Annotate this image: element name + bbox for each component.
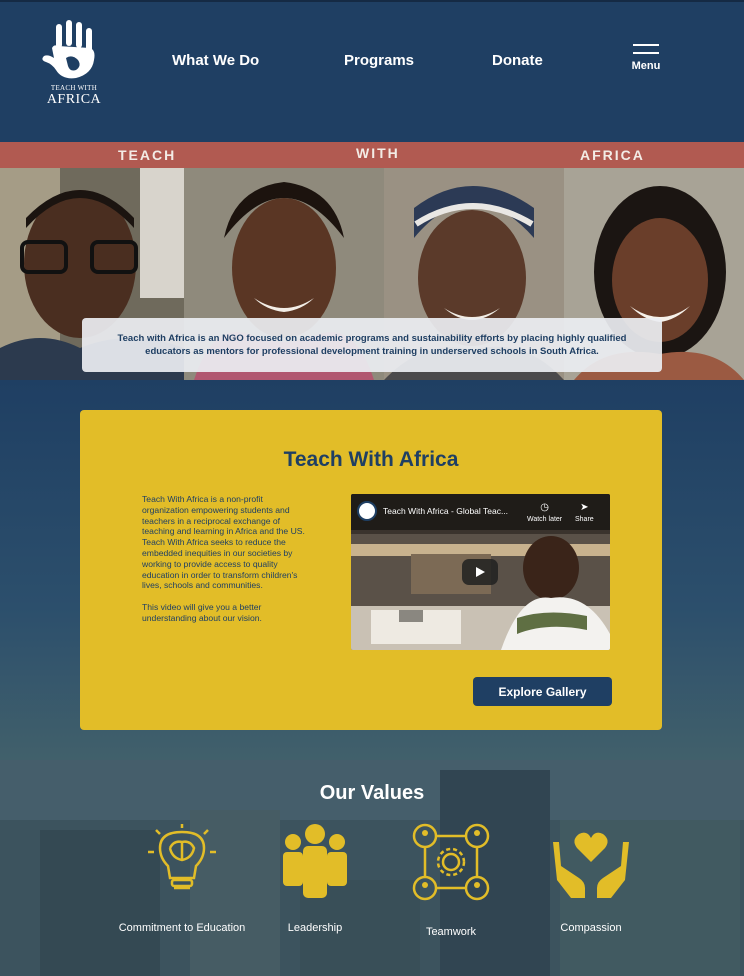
- people-group-icon: [283, 824, 347, 898]
- values-section: Our Values Commitment to Education Leade…: [0, 760, 744, 976]
- logo-text-top: TEACH WITH: [50, 84, 98, 92]
- nav-donate[interactable]: Donate: [492, 52, 543, 69]
- watch-later-label: Watch later: [527, 516, 563, 523]
- hero-section: TEACH WITH AFRICA Teach with Africa is a…: [0, 142, 744, 380]
- lightbulb-brain-icon: [148, 824, 216, 890]
- value-teamwork: Teamwork: [371, 822, 531, 938]
- hamburger-icon: [633, 44, 659, 46]
- logo[interactable]: TEACH WITH AFRICA: [38, 18, 106, 110]
- hands-heart-icon: [553, 832, 629, 898]
- hero-caption: Teach with Africa is an NGO focused on a…: [82, 318, 662, 372]
- clock-icon: ◷: [540, 502, 549, 513]
- nav-what-we-do[interactable]: What We Do: [172, 52, 259, 69]
- channel-avatar-icon: [357, 501, 377, 521]
- site-header: TEACH WITH AFRICA What We Do Programs Do…: [0, 0, 744, 142]
- about-paragraph-2: This video will give you a better unders…: [142, 602, 262, 623]
- value-compassion: Compassion: [511, 822, 671, 934]
- value-label-teamwork: Teamwork: [425, 926, 477, 938]
- menu-button[interactable]: Menu: [626, 44, 666, 84]
- about-text: Teach With Africa is a non-profit organi…: [142, 494, 308, 635]
- band-word-teach: TEACH: [118, 147, 177, 163]
- share-button[interactable]: ➤ Share: [575, 502, 594, 523]
- video-player[interactable]: Teach With Africa - Global Teac... ◷ Wat…: [351, 494, 610, 650]
- band-word-africa: AFRICA: [580, 147, 645, 163]
- network-gear-icon: [412, 823, 490, 901]
- hero-title-band: TEACH WITH AFRICA: [0, 142, 744, 168]
- video-title: Teach With Africa - Global Teac...: [383, 506, 509, 516]
- hamburger-icon-bar: [633, 52, 659, 54]
- hand-logo-icon: [42, 20, 95, 79]
- band-word-with: WITH: [356, 145, 400, 161]
- watch-later-button[interactable]: ◷ Watch later: [527, 502, 562, 523]
- menu-label: Menu: [631, 60, 661, 72]
- nav-programs[interactable]: Programs: [344, 52, 414, 69]
- explore-gallery-button[interactable]: Explore Gallery: [473, 677, 612, 706]
- about-card: Teach With Africa Teach With Africa is a…: [80, 410, 662, 730]
- values-title: Our Values: [319, 782, 425, 804]
- about-paragraph-1: Teach With Africa is a non-profit organi…: [142, 494, 305, 591]
- play-icon[interactable]: [462, 559, 498, 585]
- share-label: Share: [575, 516, 594, 523]
- share-arrow-icon: ➤: [580, 502, 589, 513]
- about-title: Teach With Africa: [283, 448, 459, 471]
- value-label-compassion: Compassion: [560, 922, 622, 934]
- logo-text-bottom: AFRICA: [46, 92, 102, 107]
